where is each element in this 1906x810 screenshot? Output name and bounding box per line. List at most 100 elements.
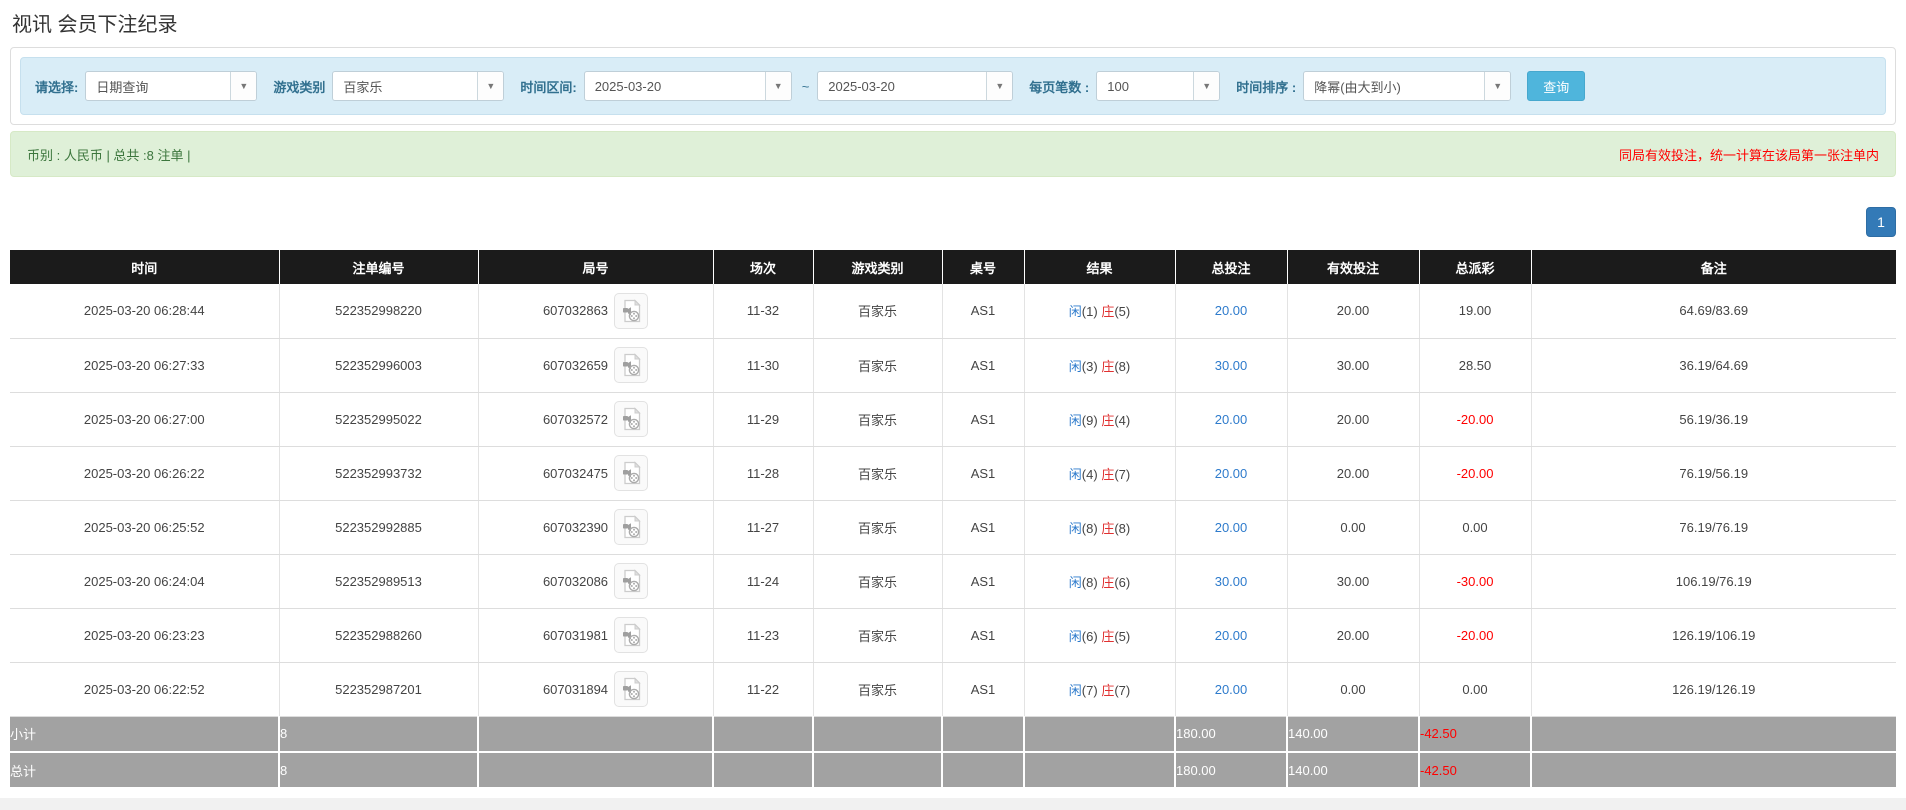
filter-panel: 请选择: 日期查询 ▼ 游戏类别 百家乐 ▼ 时间区间: 2025-03-20 … <box>10 47 1896 125</box>
result-player-count: (3) <box>1081 358 1098 374</box>
cell-session: 11-24 <box>713 554 814 609</box>
sort-order-label: 时间排序 : <box>1236 79 1297 95</box>
cell-time: 2025-03-20 06:27:33 <box>10 338 280 393</box>
search-button[interactable]: 查询 <box>1527 71 1586 101</box>
total-count: 8 <box>279 752 479 789</box>
game-type-select[interactable]: 百家乐 ▼ <box>332 71 505 101</box>
table-row: 2025-03-20 06:24:04 522352989513 6070320… <box>10 554 1896 609</box>
table-row: 2025-03-20 06:22:52 522352987201 6070318… <box>10 662 1896 717</box>
page-size-input[interactable]: 100 ▼ <box>1096 71 1221 101</box>
cell-bet-id: 522352993732 <box>279 446 479 501</box>
cell-remark: 36.19/64.69 <box>1531 338 1896 393</box>
video-replay-button[interactable] <box>614 347 649 383</box>
cell-payout: -20.00 <box>1419 446 1532 501</box>
cell-time: 2025-03-20 06:25:52 <box>10 500 280 555</box>
result-banker-label: 庄 <box>1101 682 1115 698</box>
pagination-page-1[interactable]: 1 <box>1866 207 1896 237</box>
table-row: 2025-03-20 06:26:22 522352993732 6070324… <box>10 446 1896 501</box>
result-banker-count: (7) <box>1114 466 1131 482</box>
result-banker-count: (7) <box>1114 682 1131 698</box>
cell-total-bet[interactable]: 20.00 <box>1175 608 1288 663</box>
cell-total-bet[interactable]: 20.00 <box>1175 446 1288 501</box>
cell-result: 闲(7) 庄(7) <box>1024 662 1176 717</box>
video-replay-button[interactable] <box>614 401 649 437</box>
cell-bet-id: 522352987201 <box>279 662 479 717</box>
cell-table-no: AS1 <box>942 338 1025 393</box>
video-file-icon <box>623 623 641 647</box>
date-from-input[interactable]: 2025-03-20 ▼ <box>583 71 792 101</box>
table-body: 2025-03-20 06:28:44 522352998220 6070328… <box>10 284 1896 717</box>
cell-session: 11-30 <box>713 338 814 393</box>
chevron-down-icon: ▼ <box>1193 72 1220 100</box>
cell-valid-bet: 20.00 <box>1287 284 1420 339</box>
video-replay-button[interactable] <box>614 509 649 545</box>
filter-type-select[interactable]: 日期查询 ▼ <box>85 71 258 101</box>
cell-total-bet[interactable]: 20.00 <box>1175 284 1288 339</box>
cell-total-bet[interactable]: 20.00 <box>1175 662 1288 717</box>
cell-total-bet[interactable]: 20.00 <box>1175 500 1288 555</box>
page-title: 视讯 会员下注纪录 <box>12 14 178 36</box>
sort-order-select[interactable]: 降幂(由大到小) ▼ <box>1303 71 1512 101</box>
cell-total-bet[interactable]: 20.00 <box>1175 392 1288 447</box>
page-size-value: 100 <box>1107 78 1129 94</box>
cell-round-id: 607032659 <box>478 338 714 393</box>
cell-game-type: 百家乐 <box>813 500 943 555</box>
cell-round-id: 607032475 <box>478 446 714 501</box>
chevron-down-icon: ▼ <box>477 72 504 100</box>
game-type-label: 游戏类别 <box>273 79 326 95</box>
result-player-count: (9) <box>1081 412 1098 428</box>
cell-total-bet[interactable]: 30.00 <box>1175 554 1288 609</box>
horizontal-scrollbar[interactable] <box>0 798 1906 810</box>
result-player-count: (4) <box>1081 466 1098 482</box>
round-id-text: 607032390 <box>542 519 609 535</box>
cell-session: 11-23 <box>713 608 814 663</box>
bet-records-table: 时间 注单编号 局号 场次 游戏类别 桌号 结果 总投注 有效投注 总派彩 备注… <box>10 250 1896 789</box>
result-player-label: 闲 <box>1068 574 1082 590</box>
round-id-text: 607032475 <box>542 465 609 481</box>
cell-session: 11-32 <box>713 284 814 339</box>
cell-game-type: 百家乐 <box>813 608 943 663</box>
result-player-label: 闲 <box>1068 628 1082 644</box>
video-replay-button[interactable] <box>614 455 649 491</box>
cell-total-bet[interactable]: 30.00 <box>1175 338 1288 393</box>
video-file-icon <box>623 299 641 322</box>
cell-remark: 106.19/76.19 <box>1531 554 1896 609</box>
date-to-input[interactable]: 2025-03-20 ▼ <box>817 71 1014 101</box>
video-replay-button[interactable] <box>614 617 649 653</box>
cell-game-type: 百家乐 <box>813 446 943 501</box>
video-replay-button[interactable] <box>614 671 649 707</box>
cell-bet-id: 522352988260 <box>279 608 479 663</box>
round-id-text: 607031894 <box>542 681 609 697</box>
cell-valid-bet: 0.00 <box>1287 662 1420 717</box>
video-replay-button[interactable] <box>614 563 649 599</box>
cell-time: 2025-03-20 06:28:44 <box>10 284 280 339</box>
game-type-value: 百家乐 <box>343 79 383 95</box>
result-player-count: (7) <box>1081 682 1098 698</box>
cell-valid-bet: 0.00 <box>1287 500 1420 555</box>
cell-payout: -30.00 <box>1419 554 1532 609</box>
result-player-count: (8) <box>1081 520 1098 536</box>
total-label: 总计 <box>10 752 280 789</box>
cell-payout: 28.50 <box>1419 338 1532 393</box>
table-row: 2025-03-20 06:27:00 522352995022 6070325… <box>10 392 1896 447</box>
result-banker-label: 庄 <box>1101 466 1115 482</box>
round-id-text: 607032863 <box>542 303 609 319</box>
cell-result: 闲(9) 庄(4) <box>1024 392 1176 447</box>
round-id-text: 607032086 <box>542 573 609 589</box>
summary-bar: 币别 : 人民币 | 总共 :8 注单 | 同局有效投注，统一计算在该局第一张注… <box>10 131 1896 177</box>
video-file-icon <box>623 677 641 701</box>
cell-round-id: 607031894 <box>478 662 714 717</box>
filter-bar: 请选择: 日期查询 ▼ 游戏类别 百家乐 ▼ 时间区间: 2025-03-20 … <box>20 57 1886 115</box>
result-player-count: (6) <box>1081 628 1098 644</box>
col-header-round-id: 局号 <box>478 250 714 284</box>
filter-type-value: 日期查询 <box>96 79 149 95</box>
cell-round-id: 607032086 <box>478 554 714 609</box>
cell-valid-bet: 30.00 <box>1287 338 1420 393</box>
video-replay-button[interactable] <box>614 292 649 329</box>
total-payout: -42.50 <box>1419 752 1532 789</box>
cell-payout: 0.00 <box>1419 500 1532 555</box>
result-player-count: (1) <box>1081 304 1098 320</box>
cell-game-type: 百家乐 <box>813 554 943 609</box>
chevron-down-icon: ▼ <box>986 72 1013 100</box>
col-header-valid-bet: 有效投注 <box>1287 250 1420 284</box>
